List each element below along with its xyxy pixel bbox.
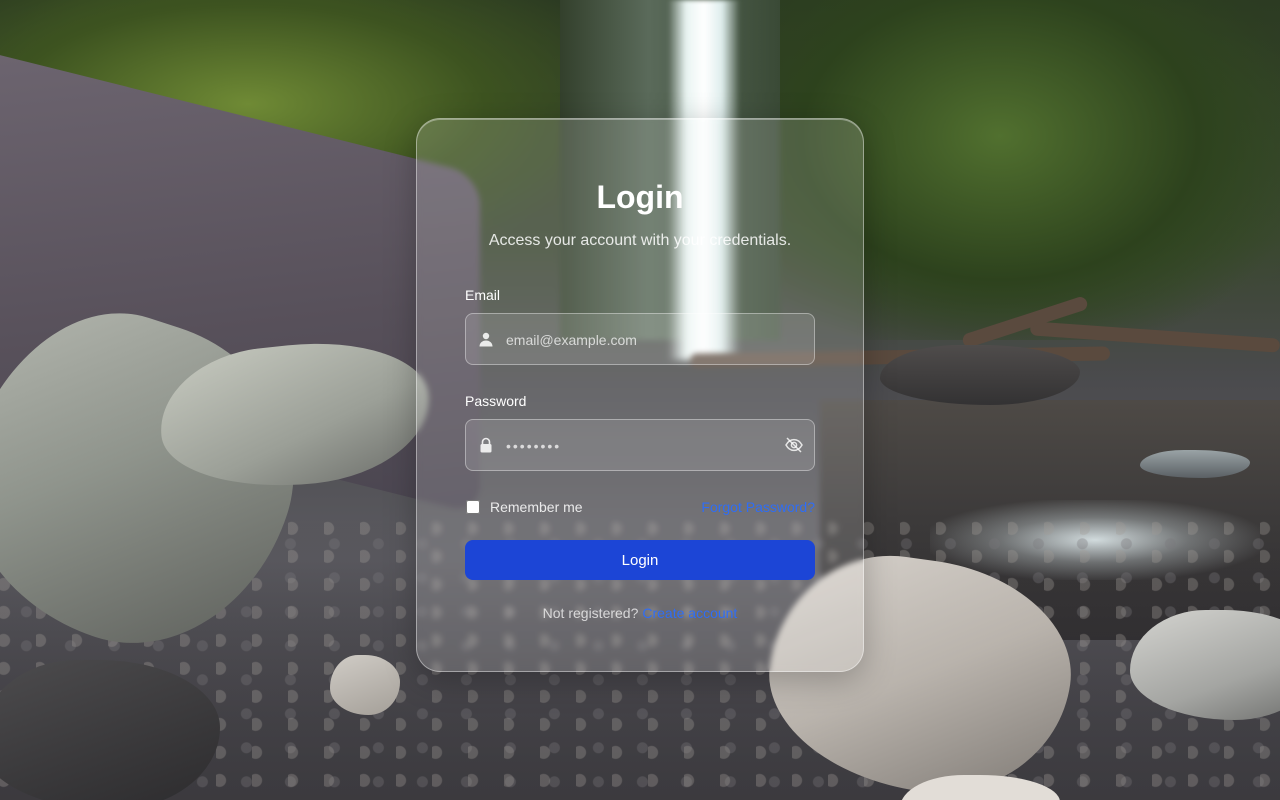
remember-me[interactable]: Remember me [465, 497, 583, 517]
remember-me-checkbox[interactable] [466, 500, 480, 514]
remember-me-label: Remember me [490, 499, 583, 515]
lock-icon [480, 437, 492, 453]
login-subtitle: Access your account with your credential… [488, 232, 792, 249]
rock [0, 660, 220, 800]
rock [880, 345, 1080, 405]
password-input[interactable] [504, 420, 778, 472]
rock [1140, 450, 1250, 478]
email-field [465, 313, 815, 366]
login-button[interactable]: Login [465, 540, 815, 580]
email-label: Email [465, 287, 501, 303]
forgot-password-link[interactable]: Forgot Password? [701, 499, 815, 515]
create-account-link[interactable]: Create account [642, 605, 737, 621]
password-label: Password [465, 393, 527, 409]
rock [330, 655, 400, 715]
signup-prompt: Not registered? Create account [417, 605, 863, 621]
login-card: Login Access your account with your cred… [416, 118, 864, 672]
email-input[interactable] [504, 314, 778, 366]
eye-off-icon[interactable] [784, 436, 804, 454]
password-field [465, 419, 815, 472]
user-icon [479, 332, 493, 347]
login-title: Login [596, 179, 684, 215]
signup-prompt-text: Not registered? [542, 605, 639, 621]
